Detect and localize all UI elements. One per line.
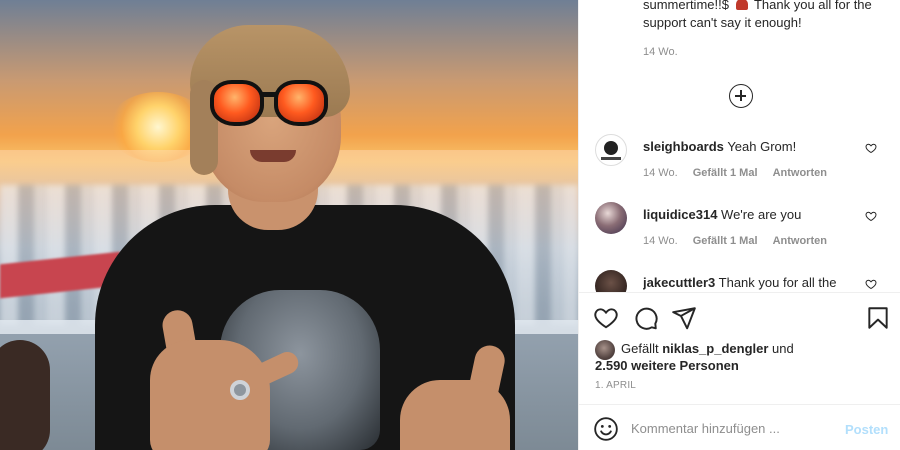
orange-mirrored-sunglasses	[210, 80, 330, 128]
comments-panel: summertime!!$ Thank you all for the supp…	[578, 0, 900, 450]
load-more-comments-plus-icon[interactable]	[729, 84, 753, 108]
logo-mark	[604, 141, 618, 155]
likes-prefix: Gefällt	[621, 341, 659, 356]
divider	[579, 292, 900, 293]
comment-meta: 14 Wo. Gefällt 1 Mal Antworten	[643, 235, 839, 247]
post-date[interactable]: 1. April	[595, 380, 636, 391]
liker-username[interactable]: niklas_p_dengler	[662, 341, 768, 356]
sleighboards-logo-avatar[interactable]	[595, 134, 627, 166]
comment-bubble-icon[interactable]	[633, 305, 659, 331]
reply-button[interactable]: Antworten	[773, 235, 827, 247]
comment-text: Yeah Grom!	[727, 139, 797, 154]
bookmark-icon[interactable]	[865, 305, 891, 331]
comment-like-heart-icon[interactable]	[865, 142, 877, 154]
comment-username[interactable]: jakecuttler3	[643, 275, 715, 290]
post-caption: summertime!!$ Thank you all for the supp…	[643, 0, 883, 32]
emoji-smiley-icon[interactable]	[593, 416, 619, 442]
comment-username[interactable]: sleighboards	[643, 139, 724, 154]
smile	[250, 150, 296, 162]
comment-likes-count[interactable]: Gefällt 1 Mal	[693, 235, 758, 247]
right-lens	[274, 80, 328, 126]
comment-body: jakecuttler3 Thank you for all the	[643, 274, 873, 291]
caption-timestamp[interactable]: 14 Wo.	[643, 46, 678, 58]
comment-item: liquidice314 We're are you 14 Wo. Gefäll…	[595, 202, 895, 262]
likes-line-1: Gefällt niklas_p_dengler und	[621, 340, 794, 358]
comment-meta: 14 Wo. Gefällt 1 Mal Antworten	[643, 167, 839, 179]
silver-ring	[230, 380, 250, 400]
profile-photo-avatar[interactable]	[595, 270, 627, 292]
logo-bar	[601, 157, 621, 160]
comment-like-heart-icon[interactable]	[865, 210, 877, 222]
post-photo	[0, 0, 578, 450]
caption-text-start: summertime!!$	[643, 0, 729, 12]
comment-text: We're are you	[721, 207, 802, 222]
comment-time[interactable]: 14 Wo.	[643, 167, 678, 179]
share-paper-plane-icon[interactable]	[671, 305, 697, 331]
comment-like-heart-icon[interactable]	[865, 278, 877, 290]
left-hand	[150, 340, 270, 450]
post-comment-button[interactable]: Posten	[845, 422, 888, 437]
comment-item: sleighboards Yeah Grom! 14 Wo. Gefällt 1…	[595, 134, 895, 194]
heart-emoji-icon	[735, 0, 748, 10]
post-action-bar	[579, 300, 900, 336]
comment-body: liquidice314 We're are you	[643, 206, 873, 223]
comment-input[interactable]	[631, 417, 836, 439]
comment-body: sleighboards Yeah Grom!	[643, 138, 873, 155]
comment-composer: Posten	[579, 405, 900, 450]
profile-photo-avatar[interactable]	[595, 202, 627, 234]
likes-conjunction: und	[772, 341, 794, 356]
comment-text: Thank you for all the	[718, 275, 837, 290]
comment-time[interactable]: 14 Wo.	[643, 235, 678, 247]
comment-username[interactable]: liquidice314	[643, 207, 717, 222]
comments-scroll-area[interactable]: summertime!!$ Thank you all for the supp…	[579, 0, 900, 292]
comment-likes-count[interactable]: Gefällt 1 Mal	[693, 167, 758, 179]
man-making-shaka-gesture	[0, 0, 578, 450]
left-lens	[210, 80, 264, 126]
heart-icon[interactable]	[593, 305, 619, 331]
likes-others-link[interactable]: 2.590 weitere Personen	[595, 357, 739, 375]
right-hand	[400, 380, 510, 450]
reply-button[interactable]: Antworten	[773, 167, 827, 179]
comment-item: jakecuttler3 Thank you for all the	[595, 270, 895, 292]
